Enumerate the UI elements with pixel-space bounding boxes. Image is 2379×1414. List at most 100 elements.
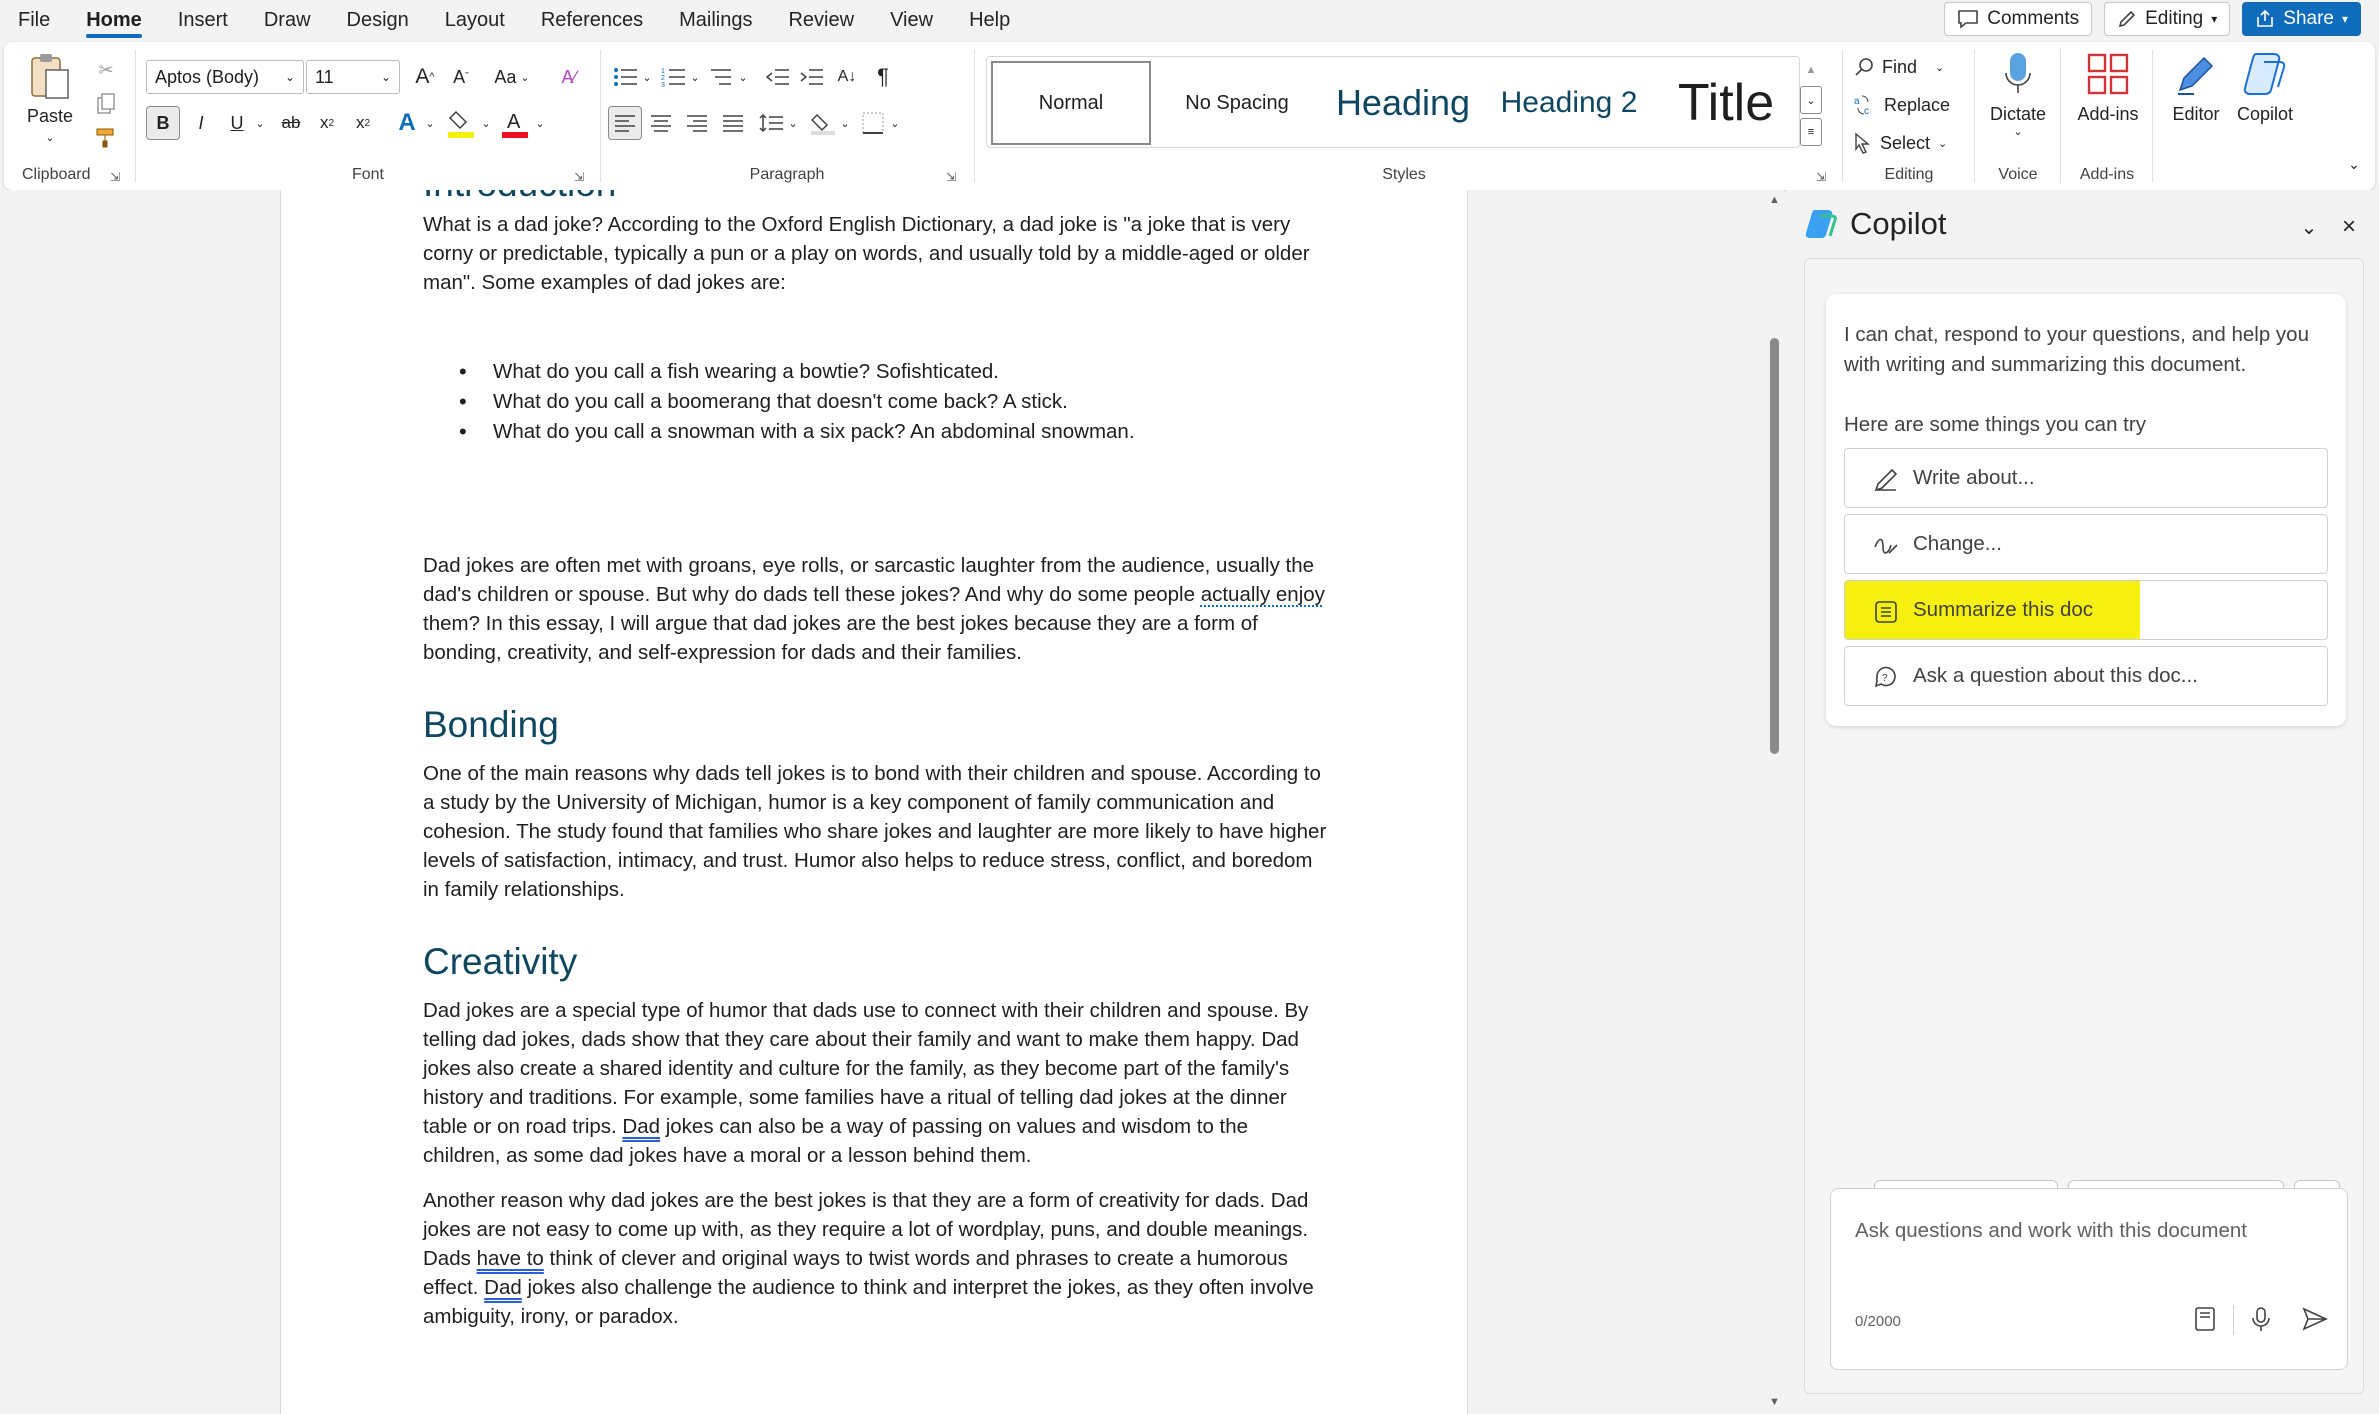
bullets-icon[interactable] <box>610 60 640 94</box>
copy-icon[interactable] <box>92 90 120 118</box>
font-family-dropdown[interactable]: Aptos (Body) ⌄ <box>146 60 304 94</box>
increase-indent-icon[interactable] <box>796 60 826 94</box>
styles-scroll-up-icon[interactable]: ▲ <box>1800 56 1822 84</box>
grow-font-icon[interactable]: A ^ <box>408 60 442 94</box>
bold-button[interactable]: B <box>146 106 180 140</box>
justify-button[interactable] <box>718 106 748 140</box>
menu-layout[interactable]: Layout <box>427 0 523 40</box>
prompt-guide-icon[interactable] <box>2187 1301 2223 1337</box>
menu-file[interactable]: File <box>0 0 68 40</box>
chevron-down-icon[interactable]: ⌄ <box>838 106 852 140</box>
copilot-ribbon-button[interactable]: Copilot <box>2230 50 2300 125</box>
menu-mailings[interactable]: Mailings <box>661 0 770 40</box>
clear-formatting-icon[interactable]: A∕ <box>552 60 586 94</box>
menu-draw[interactable]: Draw <box>246 0 329 40</box>
style-no-spacing[interactable]: No Spacing <box>1157 61 1317 145</box>
styles-launcher-icon[interactable]: ⇲ <box>1816 170 1830 184</box>
document-page[interactable]: Introduction What is a dad joke? Accordi… <box>280 190 1468 1414</box>
scroll-up-icon[interactable]: ▲ <box>1769 194 1780 206</box>
comments-button[interactable]: Comments <box>1944 2 2093 36</box>
style-normal[interactable]: Normal <box>991 61 1151 145</box>
dictate-button[interactable]: Dictate ⌄ <box>1984 50 2052 138</box>
ribbon-divider <box>1974 50 1975 182</box>
editor-button[interactable]: Editor <box>2164 50 2228 125</box>
paragraph-launcher-icon[interactable]: ⇲ <box>946 170 960 184</box>
chevron-down-icon[interactable]: ⌄ <box>688 60 702 94</box>
menu-insert[interactable]: Insert <box>160 0 246 40</box>
editing-mode-button[interactable]: Editing ▾ <box>2104 2 2231 36</box>
grammar-flag[interactable]: Dad <box>484 1276 522 1299</box>
chevron-down-icon[interactable]: ⌄ <box>888 106 902 140</box>
styles-expand-icon[interactable]: ≡ <box>1800 118 1822 146</box>
menu-references[interactable]: References <box>523 0 661 40</box>
subscript-button[interactable]: x2 <box>310 106 344 140</box>
menu-design[interactable]: Design <box>329 0 427 40</box>
chevron-down-icon[interactable]: ⌄ <box>736 60 750 94</box>
format-painter-icon[interactable] <box>92 124 120 152</box>
suggestion-ask-question[interactable]: ? Ask a question about this doc... <box>1844 646 2328 706</box>
chevron-down-icon[interactable]: ⌄ <box>640 60 654 94</box>
document-scrollbar[interactable]: ▲ ▼ <box>1764 190 1784 1414</box>
line-spacing-icon[interactable] <box>756 106 786 140</box>
shrink-font-icon[interactable]: Aˇ <box>444 60 478 94</box>
align-center-button[interactable] <box>646 106 676 140</box>
align-right-button[interactable] <box>682 106 712 140</box>
select-button[interactable]: Select ⌄ <box>1854 128 1947 158</box>
suggestion-change[interactable]: Change... <box>1844 514 2328 574</box>
sort-icon[interactable]: A↓ <box>832 60 862 94</box>
menu-help[interactable]: Help <box>951 0 1028 40</box>
style-heading-2[interactable]: Heading 2 <box>1487 61 1651 145</box>
grammar-flag[interactable]: Dad <box>622 1115 660 1138</box>
text-effects-icon[interactable]: A <box>390 106 424 140</box>
styles-scroll-down-icon[interactable]: ⌄ <box>1800 86 1822 114</box>
list-item: What do you call a boomerang that doesn'… <box>459 387 1329 417</box>
chevron-down-icon[interactable]: ⌄ <box>478 106 494 140</box>
font-color-icon[interactable]: A <box>498 104 532 142</box>
multilevel-list-icon[interactable] <box>706 60 736 94</box>
font-size-dropdown[interactable]: 11 ⌄ <box>306 60 400 94</box>
chevron-down-icon[interactable]: ⌄ <box>786 106 800 140</box>
italic-button[interactable]: I <box>186 106 216 140</box>
grammar-flag[interactable]: actually enjoy <box>1201 583 1325 606</box>
menu-home[interactable]: Home <box>68 0 160 40</box>
send-icon[interactable] <box>2297 1301 2333 1337</box>
close-icon[interactable]: × <box>2334 212 2364 242</box>
suggestion-write-about[interactable]: Write about... <box>1844 448 2328 508</box>
microphone-icon[interactable] <box>2243 1301 2279 1337</box>
copilot-input-placeholder[interactable]: Ask questions and work with this documen… <box>1855 1219 2247 1243</box>
style-heading[interactable]: Heading <box>1321 61 1485 145</box>
cut-icon[interactable]: ✂ <box>92 56 120 84</box>
style-title[interactable]: Title <box>1653 61 1799 145</box>
clipboard-launcher-icon[interactable]: ⇲ <box>110 170 124 184</box>
replace-button[interactable]: ac Replace <box>1854 90 1950 120</box>
addins-button[interactable]: Add-ins <box>2072 50 2144 125</box>
find-button[interactable]: Find ⌄ <box>1854 52 1944 82</box>
show-marks-icon[interactable]: ¶ <box>868 60 898 94</box>
decrease-indent-icon[interactable] <box>762 60 792 94</box>
menu-view[interactable]: View <box>872 0 951 40</box>
font-launcher-icon[interactable]: ⇲ <box>574 170 588 184</box>
ribbon-collapse-icon[interactable]: ⌄ <box>2342 152 2366 176</box>
scrollbar-thumb[interactable] <box>1770 338 1779 754</box>
strikethrough-button[interactable]: ab <box>274 106 308 140</box>
shading-icon[interactable] <box>808 106 838 140</box>
chevron-down-icon[interactable]: ⌄ <box>532 106 548 140</box>
heading-bonding: Bonding <box>423 704 559 745</box>
borders-icon[interactable] <box>858 106 888 140</box>
change-case-button[interactable]: Aa ⌄ <box>484 60 540 94</box>
paste-button[interactable]: Paste ⌄ <box>20 52 80 144</box>
menu-review[interactable]: Review <box>770 0 872 40</box>
scroll-down-icon[interactable]: ▼ <box>1769 1396 1780 1408</box>
copilot-collapse-icon[interactable]: ⌄ <box>2294 212 2324 242</box>
numbering-icon[interactable]: 123 <box>658 60 688 94</box>
align-left-button[interactable] <box>608 106 642 140</box>
chevron-down-icon[interactable]: ⌄ <box>252 106 268 140</box>
share-button[interactable]: Share ▾ <box>2242 2 2361 36</box>
chevron-down-icon[interactable]: ⌄ <box>422 106 438 140</box>
document-content: Introduction What is a dad joke? Accordi… <box>423 190 1329 1347</box>
underline-button[interactable]: U <box>222 106 252 140</box>
grammar-flag[interactable]: have to <box>477 1247 544 1270</box>
suggestion-summarize[interactable]: Summarize this doc <box>1844 580 2328 640</box>
superscript-button[interactable]: x2 <box>346 106 380 140</box>
highlight-color-icon[interactable] <box>444 104 478 142</box>
